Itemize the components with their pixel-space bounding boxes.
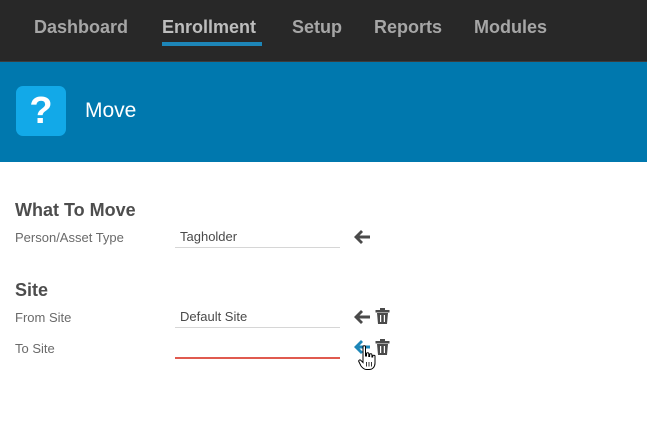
nav-modules[interactable]: Modules: [474, 17, 547, 38]
page-header-banner: ? Move: [0, 62, 647, 162]
nav-active-indicator: [162, 42, 262, 46]
nav-dashboard[interactable]: Dashboard: [34, 17, 128, 38]
nav-reports[interactable]: Reports: [374, 17, 442, 38]
question-icon: ?: [16, 86, 66, 136]
arrow-left-icon[interactable]: [353, 229, 371, 245]
nav-enrollment[interactable]: Enrollment: [162, 17, 256, 38]
section-title-what-to-move: What To Move: [15, 200, 136, 220]
to-site-field[interactable]: [175, 337, 340, 359]
person-asset-type-label: Person/Asset Type: [15, 230, 124, 245]
nav-setup[interactable]: Setup: [292, 17, 342, 38]
person-asset-type-field[interactable]: Tagholder: [175, 226, 340, 248]
from-site-label: From Site: [15, 310, 72, 325]
page-title: Move: [85, 99, 137, 122]
arrow-left-icon[interactable]: [353, 339, 371, 355]
trash-icon[interactable]: [375, 339, 390, 355]
top-navigation: Dashboard Enrollment Setup Reports Modul…: [0, 0, 647, 62]
arrow-left-icon[interactable]: [353, 309, 371, 325]
trash-icon[interactable]: [375, 308, 390, 324]
section-title-site: Site: [15, 280, 49, 300]
from-site-field[interactable]: Default Site: [175, 306, 340, 328]
to-site-label: To Site: [15, 341, 55, 356]
